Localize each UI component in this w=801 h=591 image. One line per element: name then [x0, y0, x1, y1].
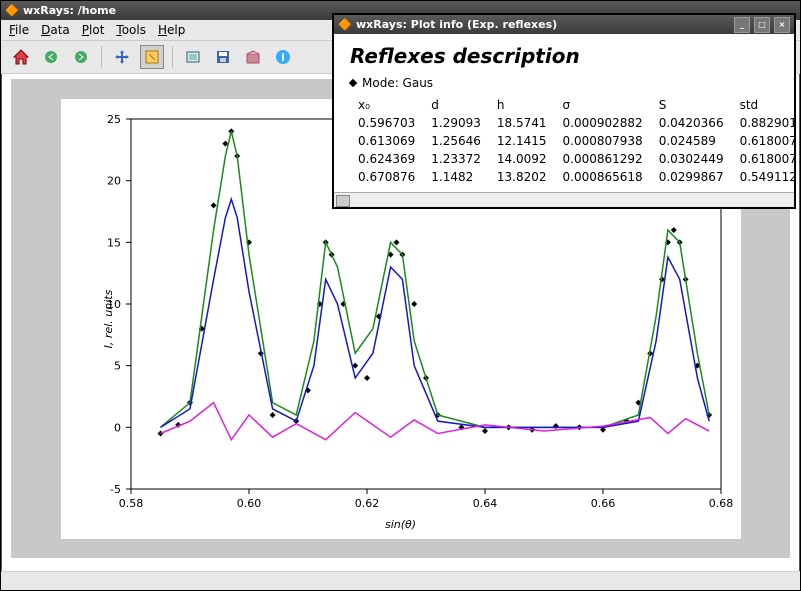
- mode-label: Mode: Gaus: [362, 76, 433, 90]
- table-row: 0.5967031.2909318.57410.0009028820.04203…: [350, 114, 801, 132]
- popup-heading: Reflexes description: [350, 44, 778, 68]
- info-button[interactable]: i: [271, 45, 295, 69]
- menu-plot[interactable]: Plot: [82, 23, 105, 37]
- pan-button[interactable]: [110, 45, 134, 69]
- svg-text:0.68: 0.68: [708, 497, 733, 510]
- separator: [172, 46, 173, 68]
- col-sigma: σ: [555, 96, 651, 114]
- menu-data[interactable]: Data: [41, 23, 70, 37]
- plot-info-window: 🔶 wxRays: Plot info (Exp. reflexes) _ □ …: [332, 13, 796, 209]
- table-header: x₀ d h σ S std: [350, 96, 801, 114]
- save-button[interactable]: [211, 45, 235, 69]
- svg-text:5: 5: [114, 359, 121, 372]
- popup-titlebar[interactable]: 🔶 wxRays: Plot info (Exp. reflexes) _ □ …: [334, 15, 794, 34]
- close-button[interactable]: ×: [774, 17, 790, 33]
- svg-text:0: 0: [114, 421, 121, 434]
- x-axis-label: sin(θ): [385, 518, 416, 531]
- svg-text:20: 20: [107, 174, 121, 187]
- minimize-button[interactable]: _: [734, 17, 750, 33]
- svg-text:0.64: 0.64: [472, 497, 497, 510]
- back-button[interactable]: [39, 45, 63, 69]
- svg-text:i: i: [281, 51, 285, 64]
- maximize-button[interactable]: □: [754, 17, 770, 33]
- diamond-icon: [349, 79, 357, 87]
- home-button[interactable]: [9, 45, 33, 69]
- svg-text:0.62: 0.62: [354, 497, 379, 510]
- col-d: d: [423, 96, 489, 114]
- app-icon: 🔶: [5, 4, 19, 18]
- svg-text:0.60: 0.60: [236, 497, 261, 510]
- col-x0: x₀: [350, 96, 423, 114]
- menu-tools[interactable]: Tools: [116, 23, 146, 37]
- table-row: 0.6243691.2337214.00920.0008612920.03024…: [350, 150, 801, 168]
- svg-text:-5: -5: [110, 483, 121, 496]
- popup-title: wxRays: Plot info (Exp. reflexes): [356, 18, 557, 31]
- main-title: wxRays: /home: [23, 4, 116, 17]
- statusbar: [1, 571, 800, 590]
- table-row: 0.6130691.2564612.14150.0008079380.02458…: [350, 132, 801, 150]
- config-button[interactable]: [181, 45, 205, 69]
- menu-file[interactable]: File: [9, 23, 29, 37]
- col-h: h: [489, 96, 555, 114]
- menu-help[interactable]: Help: [158, 23, 185, 37]
- reflexes-table: x₀ d h σ S std 0.5967031.2909318.57410.0…: [350, 96, 801, 186]
- popup-body: Reflexes description Mode: Gaus x₀ d h σ…: [334, 34, 794, 207]
- y-axis-label: I, rel. units: [101, 289, 114, 348]
- col-std: std: [732, 96, 801, 114]
- app-icon: 🔶: [338, 18, 352, 32]
- svg-text:0.66: 0.66: [590, 497, 615, 510]
- svg-text:15: 15: [107, 236, 121, 249]
- horizontal-scrollbar[interactable]: [334, 192, 794, 207]
- mode-row: Mode: Gaus: [350, 76, 778, 90]
- svg-text:25: 25: [107, 113, 121, 126]
- separator: [101, 46, 102, 68]
- svg-text:0.58: 0.58: [118, 497, 143, 510]
- forward-button[interactable]: [69, 45, 93, 69]
- zoom-button[interactable]: [140, 45, 164, 69]
- export-button[interactable]: [241, 45, 265, 69]
- table-row: 0.6708761.148213.82020.0008656180.029986…: [350, 168, 801, 186]
- col-S: S: [651, 96, 732, 114]
